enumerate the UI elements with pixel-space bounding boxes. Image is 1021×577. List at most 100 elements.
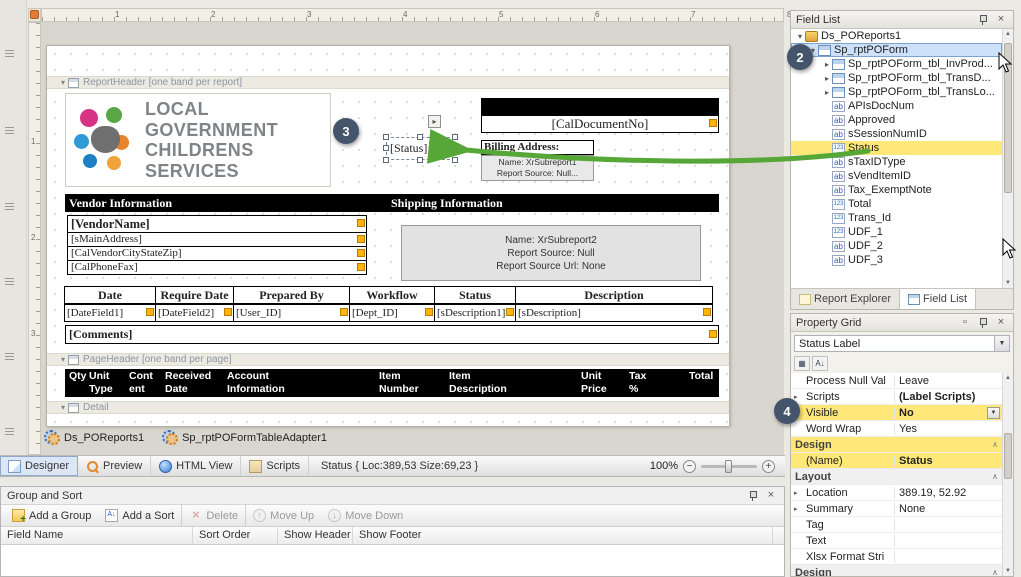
subreport1-placeholder[interactable]: Name: XrSubreport1Report Source: Null... <box>481 155 594 181</box>
tree-expander-icon[interactable]: ▸ <box>822 74 832 83</box>
tree-expander-icon[interactable]: ▸ <box>822 88 832 97</box>
tree-expander-icon[interactable]: ▸ <box>822 60 832 69</box>
grid-field-cell[interactable]: [User_ID] <box>233 304 350 322</box>
grid-field-cell[interactable]: [sDescription] <box>515 304 713 322</box>
pin-icon[interactable] <box>976 13 990 26</box>
grid-header-cell[interactable]: Prepared By <box>233 286 350 304</box>
property-value[interactable]: None <box>895 503 1002 515</box>
smart-tag-icon[interactable] <box>703 308 711 316</box>
view-tab[interactable]: Designer <box>0 456 78 476</box>
tree-expander-icon[interactable]: ▾ <box>795 32 805 41</box>
view-tab[interactable]: Preview <box>78 456 151 476</box>
property-row[interactable]: Design ∧ <box>791 437 1002 453</box>
field-tree-item[interactable]: sVendItemID <box>791 169 1002 183</box>
scroll-up-icon[interactable]: ▲ <box>1003 373 1013 383</box>
property-row[interactable]: Tag <box>791 517 1002 533</box>
section-header-bar[interactable]: Vendor Information Shipping Information <box>65 194 719 212</box>
pin-icon[interactable] <box>746 489 760 502</box>
grid-header-cell[interactable]: Require Date <box>155 286 234 304</box>
scroll-up-icon[interactable]: ▲ <box>1003 29 1013 39</box>
dock-tab[interactable]: Field List <box>900 289 976 309</box>
field-tree-item[interactable]: ▸ Sp_rptPOForm_tbl_InvProd... <box>791 57 1002 71</box>
smart-tag-icon[interactable] <box>224 308 232 316</box>
selection-handle[interactable] <box>383 157 389 163</box>
selection-handle[interactable] <box>417 157 423 163</box>
property-row[interactable]: (Name) Status <box>791 453 1002 469</box>
field-tree-item[interactable]: UDF_1 <box>791 225 1002 239</box>
property-value[interactable]: Leave <box>895 375 1002 387</box>
property-row[interactable]: Layout ∧ <box>791 469 1002 485</box>
view-tab[interactable]: Scripts <box>241 456 309 476</box>
pin-icon[interactable] <box>976 316 990 329</box>
field-tree-item[interactable]: sTaxIDType <box>791 155 1002 169</box>
vendor-field-label[interactable]: [VendorName] <box>67 215 367 233</box>
field-tree-item[interactable]: ▸ Sp_rptPOForm_tbl_TransLo... <box>791 85 1002 99</box>
property-row[interactable]: ▸ Scripts (Label Scripts) <box>791 389 1002 405</box>
grid-header-cell[interactable]: Status <box>434 286 516 304</box>
smart-tag-icon[interactable] <box>357 263 365 271</box>
toolbar-button[interactable]: Add a Sort <box>98 505 181 526</box>
logo-picture-box[interactable]: LOCALGOVERNMENTCHILDRENSSERVICES <box>65 93 331 187</box>
category-collapse-icon[interactable]: ∧ <box>992 472 998 481</box>
grid-header-cell[interactable]: Workflow <box>349 286 435 304</box>
selection-handle[interactable] <box>452 134 458 140</box>
category-collapse-icon[interactable]: ∧ <box>992 440 998 449</box>
smart-tag-icon[interactable] <box>357 219 365 227</box>
property-expander-icon[interactable]: ▸ <box>794 489 802 497</box>
scrollbar-thumb[interactable] <box>1004 43 1012 193</box>
close-icon[interactable]: × <box>764 489 778 502</box>
scrollbar-thumb[interactable] <box>1004 433 1012 479</box>
field-tree-item[interactable]: Tax_ExemptNote <box>791 183 1002 197</box>
dropdown-arrow-icon[interactable]: ▼ <box>994 336 1009 351</box>
status-label-selected[interactable]: [Status] <box>386 137 455 160</box>
view-tab[interactable]: HTML View <box>151 456 241 476</box>
collapse-band-icon[interactable]: ▾ <box>61 403 65 412</box>
field-tree-item[interactable]: sSessionNumID <box>791 127 1002 141</box>
close-icon[interactable]: × <box>994 13 1008 26</box>
property-expander-icon[interactable]: ▸ <box>794 393 802 401</box>
property-row[interactable]: Process Null Val Leave <box>791 373 1002 389</box>
grid-field-cell[interactable]: [Dept_ID] <box>349 304 435 322</box>
smart-tag-icon[interactable] <box>425 308 433 316</box>
toolbar-button[interactable]: Move Up <box>245 505 321 526</box>
report-page[interactable]: ▾ ReportHeader [one band per report] LOC… <box>46 45 730 427</box>
collapse-band-icon[interactable]: ▾ <box>61 355 65 364</box>
smart-tag-icon[interactable] <box>709 330 717 338</box>
property-grid-scrollbar[interactable]: ▲ ▼ <box>1002 373 1013 576</box>
smart-tag-icon[interactable] <box>506 308 514 316</box>
smart-tag-icon[interactable] <box>146 308 154 316</box>
component-tray-item[interactable]: Ds_POReports1 <box>44 430 144 445</box>
field-tree-item[interactable]: UDF_3 <box>791 253 1002 267</box>
selection-handle[interactable] <box>383 145 389 151</box>
alphabetical-sort-icon[interactable]: A↓ <box>812 356 828 371</box>
categorized-view-icon[interactable]: ▦ <box>794 356 810 371</box>
dropdown-arrow-icon[interactable]: ▼ <box>987 407 1000 419</box>
property-row[interactable]: Design ∧ <box>791 565 1002 576</box>
property-row[interactable]: Word Wrap Yes <box>791 421 1002 437</box>
property-row[interactable]: ▸ Location 389.19, 52.92 <box>791 485 1002 501</box>
component-tray-item[interactable]: Sp_rptPOFormTableAdapter1 <box>162 430 327 445</box>
band-caption-pageheader[interactable]: ▾ PageHeader [one band per page] <box>47 353 729 366</box>
design-surface[interactable]: ▾ ReportHeader [one band per report] LOC… <box>41 22 784 455</box>
vendor-field-label[interactable]: [sMainAddress] <box>67 232 367 247</box>
smart-tag-icon[interactable] <box>340 308 348 316</box>
property-value[interactable]: (Label Scripts) <box>895 391 1002 403</box>
selection-handle[interactable] <box>417 134 423 140</box>
selection-handle[interactable] <box>452 157 458 163</box>
dock-tab[interactable]: Report Explorer <box>791 289 900 309</box>
field-tree-item[interactable]: Status <box>791 141 1002 155</box>
property-value[interactable]: Yes <box>895 423 1002 435</box>
zoom-slider[interactable] <box>701 465 757 468</box>
field-tree-item[interactable]: Trans_Id <box>791 211 1002 225</box>
smart-tag-button[interactable]: ▸ <box>428 115 441 128</box>
selection-handle[interactable] <box>383 134 389 140</box>
caldocumentno-label[interactable]: [CalDocumentNo] <box>481 115 719 133</box>
column-header-cell[interactable]: Show Header <box>278 527 353 544</box>
field-list-scrollbar[interactable]: ▲ ▼ <box>1002 29 1013 288</box>
comments-label[interactable]: [Comments] <box>65 325 719 344</box>
grid-field-cell[interactable]: [sDescription1] <box>434 304 516 322</box>
toolbar-button[interactable]: Delete <box>181 505 245 526</box>
band-caption-reportheader[interactable]: ▾ ReportHeader [one band per report] <box>47 76 729 89</box>
grid-field-cell[interactable]: [DateField1] <box>64 304 156 322</box>
zoom-in-button[interactable]: + <box>762 460 775 473</box>
